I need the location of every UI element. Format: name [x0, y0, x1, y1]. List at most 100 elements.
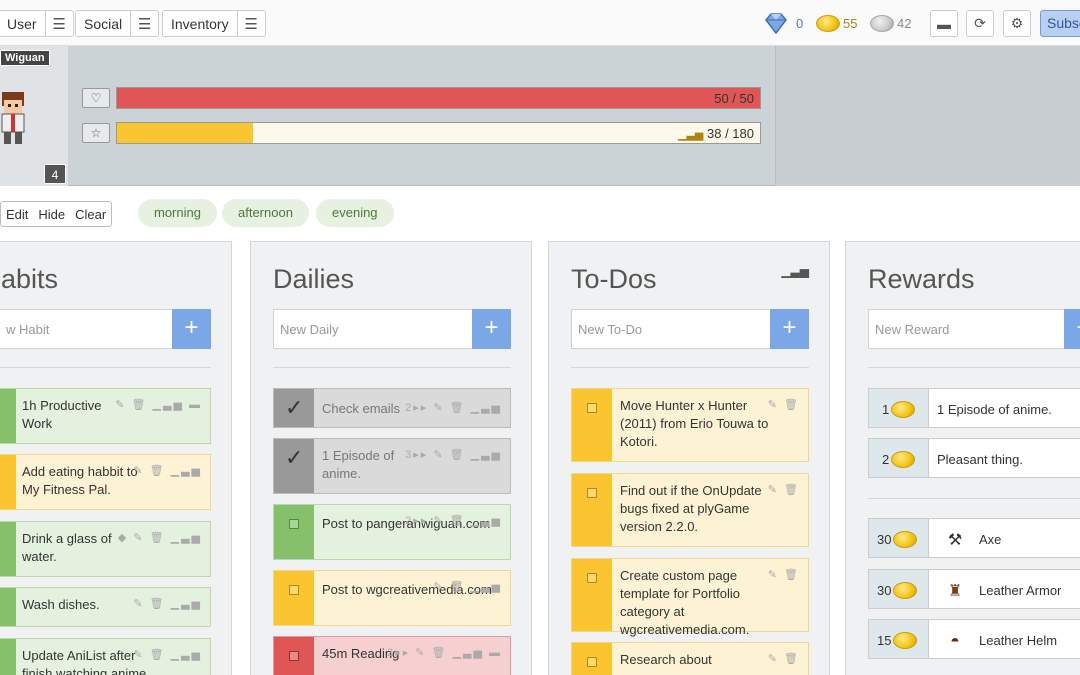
habits-title: abits [1, 264, 59, 294]
username-label: Wiguan [0, 50, 50, 66]
habit-item[interactable]: Update AniList after finish watching ani… [0, 638, 211, 675]
divider [868, 498, 1080, 499]
gear-buy-button[interactable]: 30 [869, 519, 929, 557]
gear-buy-button[interactable]: 30 [869, 570, 929, 608]
daily-controls[interactable]: 3▸▸ ✎ 🗑 ▁▃▅ [405, 448, 502, 461]
habit-controls[interactable]: ✎ 🗑 ▁▃▅ ▬ [115, 398, 202, 411]
experience-value: 38 / 180 [707, 126, 754, 141]
edit-tags-button[interactable]: Edit [1, 202, 33, 226]
user-menu-button[interactable]: User ☰ [0, 10, 74, 37]
daily-checkbox[interactable] [274, 505, 314, 559]
daily-item[interactable]: Post to wgcreativemedia.com ✎ 🗑 ▁▃▅ [273, 570, 511, 626]
level-badge: 4 [44, 164, 66, 184]
todo-item[interactable]: Find out if the OnUpdate bugs fixed at p… [571, 473, 809, 547]
health-text: 50 / 50 [714, 91, 754, 106]
todo-item[interactable]: Research about ✎ 🗑 [571, 642, 809, 675]
todo-checkbox[interactable] [572, 559, 612, 631]
daily-checkbox[interactable]: ✓ [274, 389, 314, 427]
daily-checkbox[interactable]: ✓ [274, 439, 314, 493]
new-daily-input[interactable]: New Daily [273, 309, 473, 349]
daily-item[interactable]: 45m Reading 2▸▸ ✎ 🗑 ▁▃▅ ▬ [273, 636, 511, 675]
daily-item[interactable]: ✓ 1 Episode of anime. 3▸▸ ✎ 🗑 ▁▃▅ [273, 438, 511, 494]
gear-item[interactable]: 15 ◓ Leather Helm [868, 619, 1080, 659]
avatar [1, 92, 25, 144]
gear-item[interactable]: 30 ♜ Leather Armor [868, 569, 1080, 609]
new-habit-input[interactable]: w Habit [0, 309, 173, 349]
refresh-icon: ⟳ [974, 15, 986, 31]
clear-tags-button[interactable]: Clear [70, 202, 111, 226]
gear-item[interactable]: 30 ⚒ Axe [868, 518, 1080, 558]
todo-controls[interactable]: ✎ 🗑 [768, 568, 800, 581]
inventory-menu-button[interactable]: Inventory ☰ [162, 10, 266, 37]
sync-button[interactable]: ⟳ [966, 10, 994, 37]
todo-checkbox[interactable] [572, 643, 612, 675]
add-todo-button[interactable]: + [770, 309, 809, 349]
add-habit-button[interactable]: + [172, 309, 211, 349]
heart-icon: ♡ [82, 88, 110, 108]
silver-coin-icon [870, 14, 894, 32]
settings-button[interactable]: ⚙ [1003, 10, 1031, 37]
gem-counter: 0 [762, 12, 803, 34]
daily-checkbox[interactable] [274, 571, 314, 625]
checkbox-icon [289, 585, 299, 595]
rewards-column: Rewards New Reward + 1 1 Episode of anim… [845, 241, 1080, 675]
social-menu-button[interactable]: Social ☰ [75, 10, 160, 37]
social-menu-label: Social [84, 15, 123, 32]
daily-controls[interactable]: 2▸▸ ✎ 🗑 ▁▃▅ [405, 514, 502, 527]
signal-icon[interactable]: ▁▃▅ [781, 264, 809, 278]
tag-afternoon[interactable]: afternoon [222, 199, 309, 227]
daily-controls[interactable]: 2▸▸ ✎ 🗑 ▁▃▅ [405, 401, 502, 414]
new-todo-input[interactable]: New To-Do [571, 309, 771, 349]
habit-controls[interactable]: ✎ 🗑 ▁▃▅ [133, 597, 202, 610]
subscribe-button[interactable]: Subsc [1040, 10, 1080, 37]
daily-controls[interactable]: 2▸▸ ✎ 🗑 ▁▃▅ ▬ [387, 646, 502, 659]
habit-item[interactable]: Drink a glass of water. ◆ ✎ 🗑 ▁▃▅ [0, 521, 211, 577]
habit-controls[interactable]: ✎ 🗑 ▁▃▅ [133, 464, 202, 477]
user-menu-label: User [7, 15, 37, 32]
habit-plus-button[interactable] [0, 455, 16, 509]
price-value: 30 [877, 583, 892, 598]
habit-item[interactable]: Add eating habbit to My Fitness Pal. ✎ 🗑… [0, 454, 211, 510]
chat-button[interactable]: ▬ [930, 10, 958, 37]
todo-item[interactable]: Create custom page template for Portfoli… [571, 558, 809, 637]
todo-text: Create custom page template for Portfoli… [620, 568, 750, 637]
gear-price: 15 [877, 632, 918, 649]
habit-plus-button[interactable] [0, 522, 16, 576]
tag-morning[interactable]: morning [138, 199, 217, 227]
new-reward-input[interactable]: New Reward [868, 309, 1065, 349]
add-daily-button[interactable]: + [472, 309, 511, 349]
habit-controls[interactable]: ◆ ✎ 🗑 ▁▃▅ [118, 531, 202, 544]
todo-controls[interactable]: ✎ 🗑 [768, 398, 800, 411]
reward-item[interactable]: 2 Pleasant thing. ✎ [868, 438, 1080, 478]
experience-bar-fill [117, 123, 253, 143]
gold-coin-icon [893, 632, 918, 649]
dailies-column: Dailies New Daily + ✓ Check emails 2▸▸ ✎… [250, 241, 532, 675]
todo-controls[interactable]: ✎ 🗑 [768, 483, 800, 496]
avatar-panel[interactable]: Wiguan 4 [0, 46, 68, 186]
habit-item[interactable]: 1h Productive Work ✎ 🗑 ▁▃▅ ▬ [0, 388, 211, 444]
hamburger-icon[interactable]: ☰ [236, 11, 265, 36]
todo-checkbox[interactable] [572, 389, 612, 461]
add-reward-button[interactable]: + [1064, 309, 1080, 349]
gear-buy-button[interactable]: 15 [869, 620, 929, 658]
habit-item[interactable]: Wash dishes. ✎ 🗑 ▁▃▅ [0, 587, 211, 627]
daily-item[interactable]: Post to pangeranwiguan.com 2▸▸ ✎ 🗑 ▁▃▅ [273, 504, 511, 560]
habit-plus-button[interactable] [0, 588, 16, 626]
hamburger-icon[interactable]: ☰ [130, 11, 158, 36]
gear-price: 30 [877, 582, 918, 599]
habit-plus-button[interactable] [0, 389, 16, 443]
todo-checkbox[interactable] [572, 474, 612, 546]
daily-checkbox[interactable] [274, 637, 314, 675]
reward-buy-button[interactable]: 1 [869, 389, 929, 427]
daily-item[interactable]: ✓ Check emails 2▸▸ ✎ 🗑 ▁▃▅ [273, 388, 511, 428]
todo-item[interactable]: Move Hunter x Hunter (2011) from Erio To… [571, 388, 809, 462]
hamburger-icon[interactable]: ☰ [44, 11, 73, 36]
reward-buy-button[interactable]: 2 [869, 439, 929, 477]
habit-plus-button[interactable] [0, 639, 16, 675]
daily-controls[interactable]: ✎ 🗑 ▁▃▅ [433, 580, 502, 593]
todo-controls[interactable]: ✎ 🗑 [768, 652, 800, 665]
habit-controls[interactable]: ✎ 🗑 ▁▃▅ [133, 648, 202, 661]
tag-evening[interactable]: evening [316, 199, 394, 227]
hide-tags-button[interactable]: Hide [33, 202, 70, 226]
reward-item[interactable]: 1 1 Episode of anime. ✎ [868, 388, 1080, 428]
